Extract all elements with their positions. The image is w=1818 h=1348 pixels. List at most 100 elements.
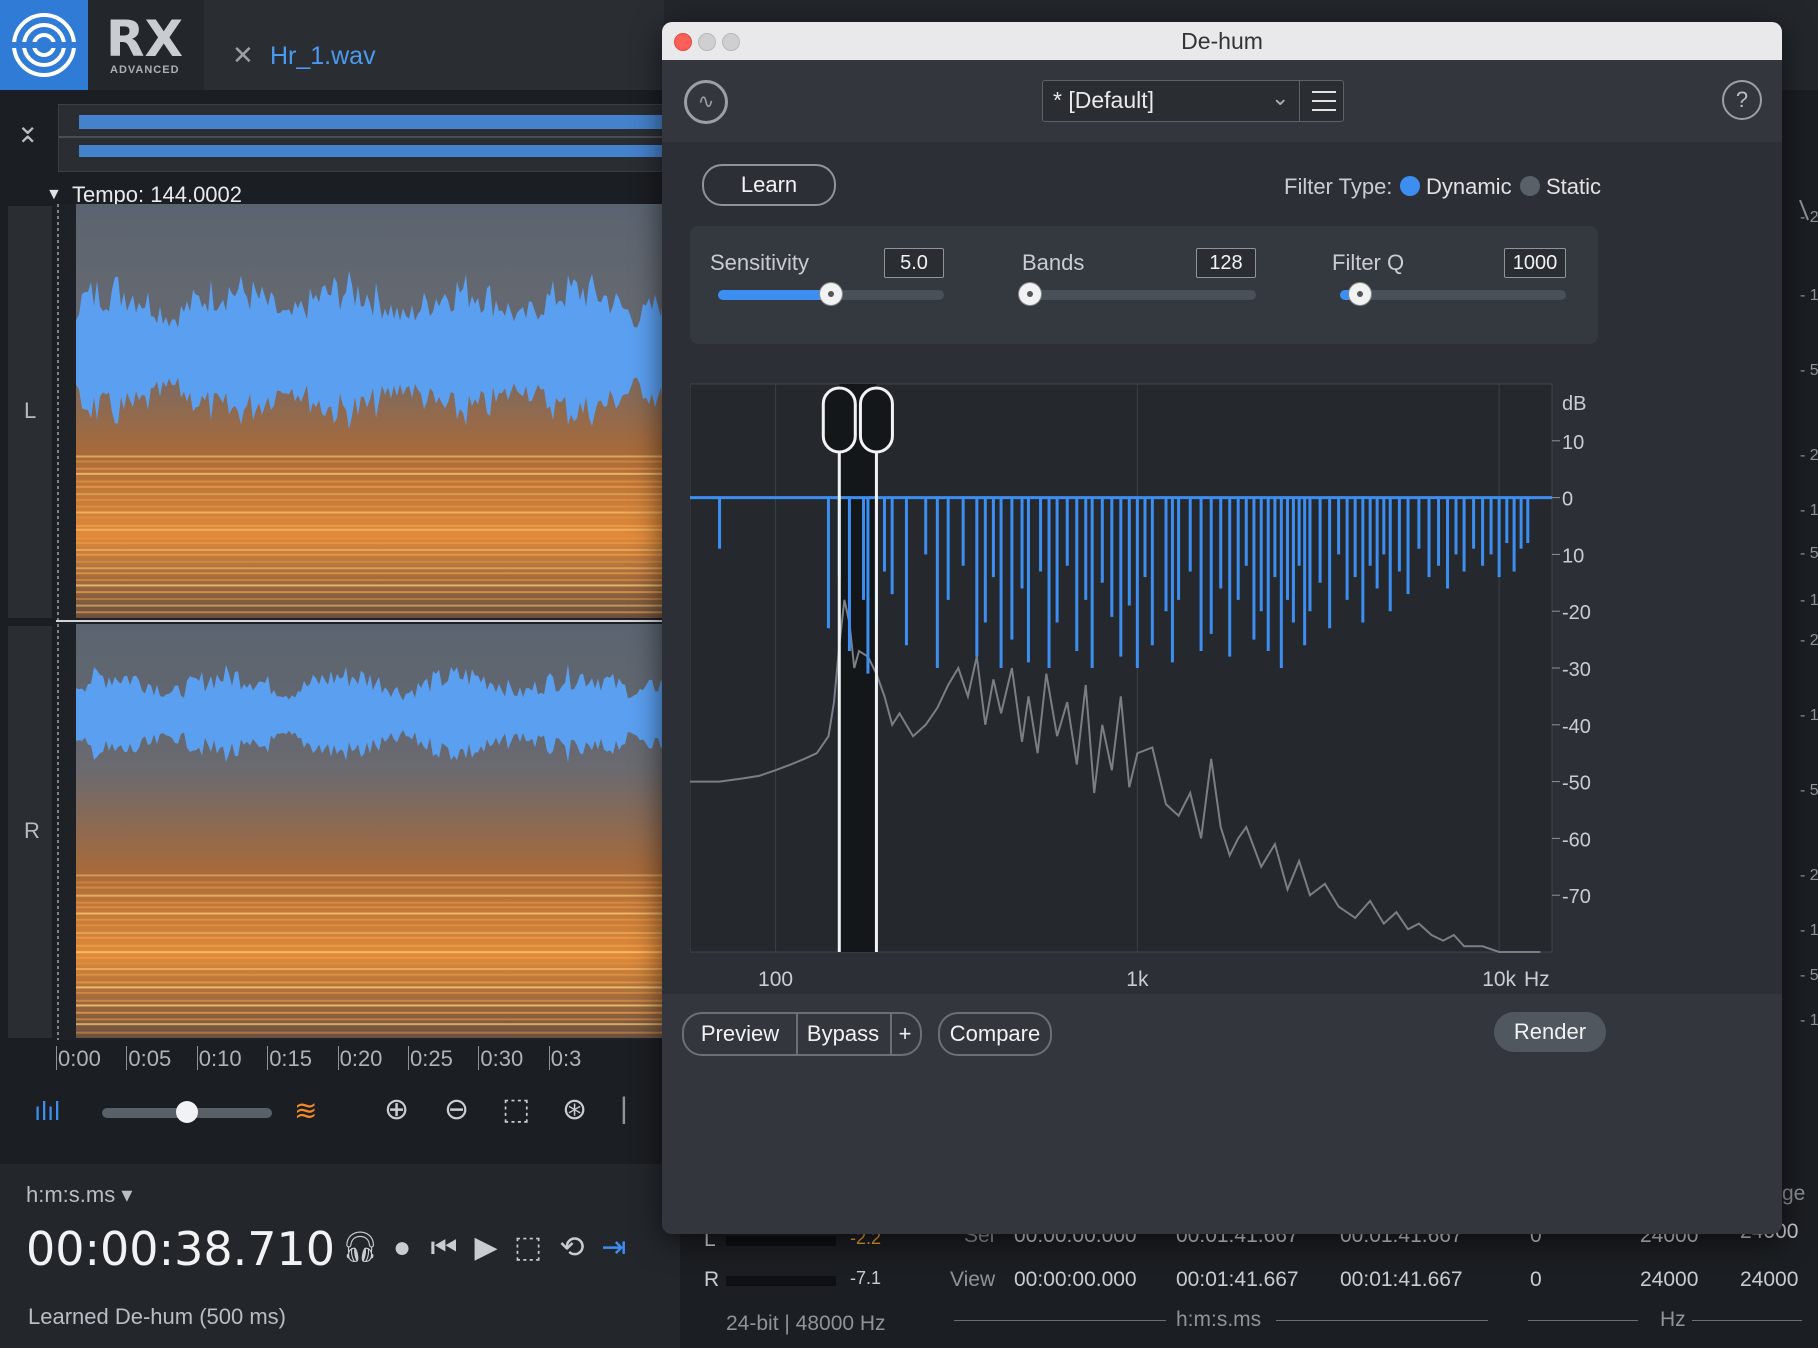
svg-text:- 1: - 1 [1800, 502, 1818, 519]
file-tab-name[interactable]: Hr_1.wav [270, 42, 376, 71]
filter-type-static-label[interactable]: Static [1546, 174, 1601, 200]
y-tick-label: -50 [1562, 773, 1591, 795]
view-length[interactable]: 00:01:41.667 [1340, 1268, 1463, 1292]
time-ruler-tick [126, 1046, 128, 1070]
time-format-dropdown[interactable]: h:m:s.ms ▾ [26, 1182, 132, 1208]
time-ruler-tick [56, 1046, 57, 1070]
view-start[interactable]: 00:00:00.000 [1014, 1268, 1137, 1292]
bypass-button[interactable]: Bypass [796, 1012, 892, 1056]
zoom-out-icon[interactable]: ⊖ [444, 1092, 469, 1127]
render-button[interactable]: Render [1494, 1012, 1606, 1052]
chevron-down-icon[interactable]: ⌄ [1271, 85, 1289, 111]
parameter-panel: Sensitivity 5.0 Bands 128 Filter Q 1000 [690, 226, 1598, 344]
view-toolbar: ılıl ≋ ⊕ ⊖ ⬚ ⊛ | [30, 1092, 670, 1136]
filter-response-graph[interactable]: 100 1k 10k 10 0 10 -20 -30 -40 -50 -60 -70 dB Hz [689, 360, 1598, 1000]
zoom-selection-icon[interactable]: ⬚ [502, 1092, 530, 1127]
time-ruler-tick [196, 1046, 198, 1070]
hamburger-icon [1312, 91, 1336, 93]
bands-slider[interactable] [1019, 283, 1256, 305]
filter-q-value[interactable]: 1000 [1504, 248, 1566, 278]
window-title-bar[interactable]: De-hum [662, 22, 1782, 60]
follow-playhead-icon[interactable]: ⇥ [594, 1226, 634, 1270]
record-icon[interactable]: ● [382, 1226, 422, 1270]
svg-text:- 5: - 5 [1800, 362, 1818, 379]
collapse-overview-icon[interactable]: ⌄ ⌃ [16, 111, 39, 161]
x-axis-label: Hz [1524, 968, 1550, 991]
separator: | [620, 1092, 628, 1125]
bands-label: Bands [1022, 250, 1085, 275]
play-selection-icon[interactable]: ⬚ [508, 1226, 548, 1270]
frequency-range-table: 0 24000 24000 0 24000 24000 Hz ge [1520, 1182, 1818, 1348]
meter-label-right: R [704, 1268, 720, 1291]
tempo-marker-icon[interactable]: ▼ [46, 186, 62, 204]
headphones-icon[interactable]: 🎧︎ [340, 1226, 380, 1270]
filter-q-slider[interactable] [1340, 283, 1566, 305]
svg-text:- 2: - 2 [1800, 209, 1818, 226]
meter-bar-right [726, 1276, 836, 1286]
freq-range-view[interactable]: 24000 [1740, 1268, 1798, 1292]
blend-slider-knob[interactable] [176, 1101, 198, 1123]
y-tick-label: 10 [1562, 545, 1584, 567]
freq-low-view[interactable]: 0 [1530, 1268, 1542, 1292]
playhead-time: 00:00:38.710 [26, 1222, 336, 1276]
svg-text:- 1: - 1 [1800, 1012, 1818, 1029]
sensitivity-value[interactable]: 5.0 [884, 248, 944, 278]
time-ruler-label: 0:05 [128, 1046, 172, 1071]
view-end[interactable]: 00:01:41.667 [1176, 1268, 1299, 1292]
frequency-scale-partial: - 2- 1- 5 - 2- 1- 5 - 1- 2- 1 - 5- 2- 1 … [1782, 199, 1818, 1118]
preset-name: * [Default] [1053, 87, 1154, 113]
zoom-fit-icon[interactable]: ⊛ [562, 1092, 587, 1127]
filter-type-dynamic-radio[interactable] [1400, 176, 1420, 196]
dehum-plugin-window: De-hum ∿ * [Default] ⌄ ? Learn Filter Ty… [662, 22, 1782, 1234]
y-tick-label: 0 [1562, 489, 1573, 511]
spectrogram-view[interactable] [56, 204, 664, 1040]
channel-label-left: L [24, 398, 37, 423]
preset-menu-button[interactable] [1299, 81, 1344, 121]
x-tick-label: 100 [758, 968, 793, 991]
time-ruler-tick [478, 1046, 480, 1070]
sensitivity-slider-knob[interactable] [820, 283, 842, 305]
filter-type-dynamic-label[interactable]: Dynamic [1426, 174, 1512, 200]
y-tick-label: -70 [1562, 886, 1591, 908]
meter-peak-right: -7.1 [850, 1268, 882, 1288]
spectrogram-blend-slider[interactable] [102, 1101, 272, 1123]
waveform-view-icon[interactable]: ılıl [34, 1096, 60, 1127]
close-tab-icon[interactable]: ✕ [232, 40, 254, 71]
skip-back-icon[interactable]: ⏮︎ [424, 1226, 464, 1270]
time-ruler-label: 0:30 [480, 1046, 524, 1071]
divider [1276, 1320, 1488, 1321]
compare-button[interactable]: Compare [938, 1012, 1052, 1056]
filter-q-slider-knob[interactable] [1349, 283, 1372, 305]
learn-button[interactable]: Learn [702, 164, 836, 206]
play-icon[interactable]: ▶ [466, 1226, 506, 1270]
svg-text:- 2: - 2 [1800, 632, 1818, 649]
help-button[interactable]: ? [1722, 80, 1762, 120]
bands-value[interactable]: 128 [1196, 248, 1256, 278]
svg-text:- 1: - 1 [1800, 592, 1818, 609]
level-meters: L -2.2 R -7.1 24-bit | 48000 Hz [690, 1224, 930, 1348]
filter-type-static-radio[interactable] [1520, 176, 1540, 196]
freq-unit: Hz [1660, 1308, 1686, 1331]
preview-button[interactable]: Preview [682, 1012, 798, 1056]
y-tick-label: -20 [1562, 602, 1591, 624]
divider [954, 1320, 1166, 1321]
bands-slider-knob[interactable] [1019, 283, 1041, 305]
time-ruler-tick [337, 1046, 339, 1070]
zoom-in-icon[interactable]: ⊕ [384, 1092, 409, 1127]
time-ruler[interactable]: 0:00 0:05 0:10 0:15 0:20 0:25 0:30 0:3 [56, 1046, 664, 1076]
spectrogram-view-icon[interactable]: ≋ [294, 1094, 317, 1127]
preset-selector[interactable]: * [Default] ⌄ [1042, 80, 1344, 122]
sensitivity-slider[interactable] [718, 283, 944, 305]
hum-handle-right[interactable] [858, 386, 894, 454]
izotope-logo-icon[interactable] [0, 0, 88, 90]
y-tick-label: 10 [1562, 432, 1584, 454]
freq-high-view[interactable]: 24000 [1640, 1268, 1698, 1292]
svg-text:- 1: - 1 [1800, 287, 1818, 304]
module-logo-icon: ∿ [684, 80, 728, 124]
time-ruler-label: 0:10 [198, 1046, 242, 1071]
hum-handle-left[interactable] [821, 386, 857, 454]
waveform-overview[interactable] [58, 104, 666, 172]
loop-icon[interactable]: ⟲ [552, 1226, 592, 1270]
time-ruler-label: 0:25 [410, 1046, 453, 1071]
divider [1528, 1320, 1638, 1321]
